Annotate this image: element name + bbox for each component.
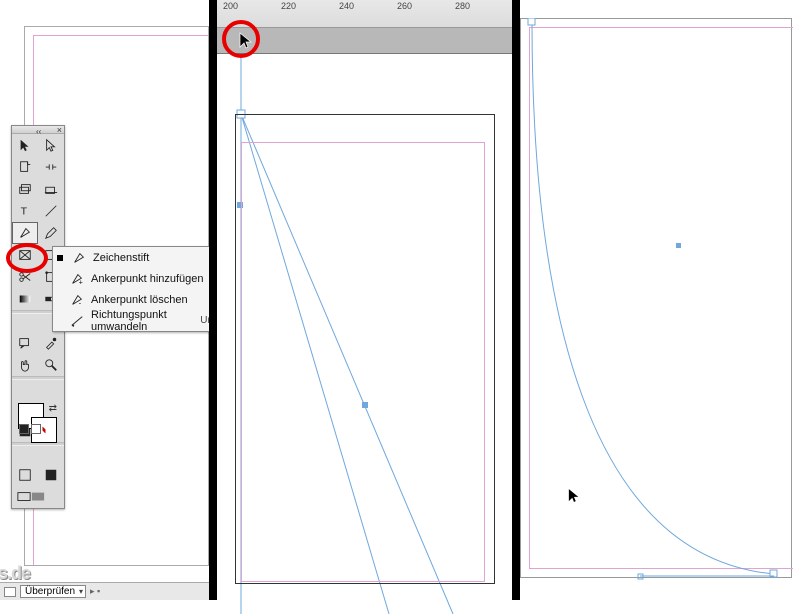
watermark-text: s.de [0, 563, 30, 584]
pencil-tool[interactable] [38, 222, 64, 244]
margin-guide [241, 142, 485, 582]
panel-divider [209, 0, 217, 600]
content-collector-tool[interactable] [12, 178, 38, 200]
gap-tool[interactable] [38, 156, 64, 178]
scissors-tool[interactable] [12, 266, 38, 288]
hand-tool[interactable] [12, 354, 38, 376]
horizontal-ruler[interactable]: 200 220 240 260 280 [217, 0, 512, 28]
collapse-icon[interactable]: ‹‹ [36, 127, 46, 133]
content-placer-tool[interactable] [38, 178, 64, 200]
pen-plus-icon: + [69, 272, 85, 286]
cursor-arrow-icon [239, 32, 253, 50]
apply-color-icon[interactable] [19, 424, 29, 434]
direct-selection-tool[interactable] [38, 134, 64, 156]
fill-stroke-swatch[interactable]: ⇄ [12, 398, 64, 438]
ruler-label: 240 [339, 1, 354, 11]
page-tool[interactable] [12, 156, 38, 178]
close-icon[interactable]: × [57, 125, 62, 135]
pen-minus-icon: - [69, 293, 85, 307]
toolbox-header[interactable]: ‹‹ × [12, 126, 64, 134]
screen-mode-button[interactable] [12, 486, 64, 508]
note-tool[interactable] [12, 332, 38, 354]
normal-mode-button[interactable] [12, 464, 38, 486]
eyedropper-tool[interactable] [38, 332, 64, 354]
pen-tool[interactable] [12, 222, 38, 244]
svg-text:+: + [79, 279, 83, 286]
svg-text:-: - [79, 300, 82, 307]
line-tool[interactable] [38, 200, 64, 222]
active-dot-icon [57, 255, 63, 261]
document-tab-bar[interactable] [217, 28, 512, 54]
swap-fill-stroke-icon[interactable]: ⇄ [49, 403, 57, 414]
gradient-swatch-tool[interactable] [12, 288, 38, 310]
preflight-icon[interactable] [4, 587, 16, 597]
ruler-label: 220 [281, 1, 296, 11]
selection-tool[interactable] [12, 134, 38, 156]
canvas-middle[interactable] [217, 54, 512, 600]
status-bar: Überprüfen ▸ ▪ [0, 582, 209, 600]
preview-mode-button[interactable] [38, 464, 64, 486]
apply-none-icon[interactable] [31, 424, 41, 434]
ruler-label: 280 [455, 1, 470, 11]
convert-point-icon [69, 314, 85, 328]
ruler-label: 260 [397, 1, 412, 11]
pen-icon [71, 251, 87, 265]
panel-divider [512, 0, 520, 600]
flyout-label: Richtungspunkt umwandeln [91, 309, 194, 333]
curve-path [520, 18, 800, 598]
rectangle-frame-tool[interactable] [12, 244, 38, 266]
type-tool[interactable]: T [12, 200, 38, 222]
svg-text:T: T [21, 206, 28, 218]
ruler-label: 200 [223, 1, 238, 11]
status-next-icon[interactable]: ▸ ▪ [90, 586, 100, 597]
zoom-tool[interactable] [38, 354, 64, 376]
status-dropdown[interactable]: Überprüfen [20, 585, 86, 598]
